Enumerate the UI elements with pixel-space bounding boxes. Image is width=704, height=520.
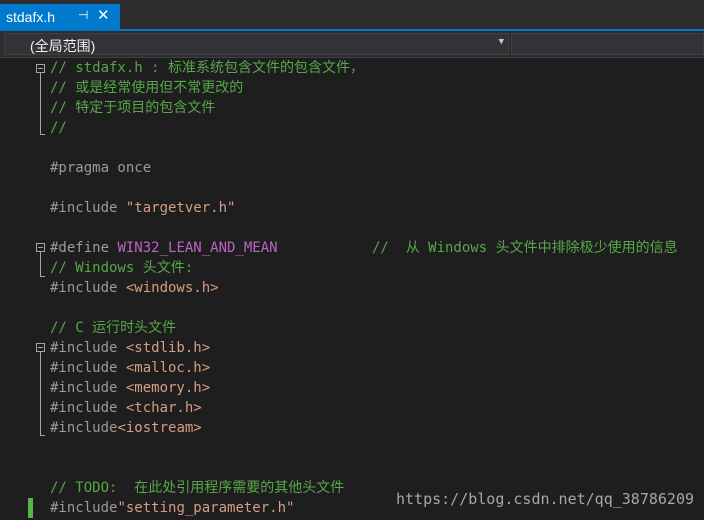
comment: // 特定于项目的包含文件 [50, 100, 216, 116]
include-path: "targetver.h" [125, 200, 236, 216]
code-line[interactable]: #include "targetver.h" [50, 198, 235, 218]
directive: #include [50, 200, 126, 216]
pin-icon[interactable]: ⊣ [78, 8, 88, 22]
code-line[interactable]: // [50, 118, 67, 138]
include-path: <tchar.h> [125, 400, 202, 416]
directive: #include [50, 280, 126, 296]
tab-title: stdafx.h [6, 9, 56, 25]
close-icon[interactable]: ✕ [97, 6, 110, 24]
collapse-icon[interactable] [36, 343, 45, 352]
tab-bar: stdafx.h ⊣ ✕ [0, 0, 704, 31]
collapse-icon[interactable] [36, 64, 45, 73]
code-line[interactable]: #pragma once [50, 158, 151, 178]
code-line-comment[interactable]: // 从 Windows 头文件中排除极少使用的信息 [372, 238, 678, 258]
collapse-icon[interactable] [36, 243, 45, 252]
change-marker [28, 498, 33, 518]
include-path: <malloc.h> [125, 360, 211, 376]
include-path: <iostream> [117, 420, 202, 436]
directive: #include [50, 500, 118, 516]
comment: // 从 Windows 头文件中排除极少使用的信息 [372, 240, 678, 256]
code-line[interactable]: // stdafx.h : 标准系统包含文件的包含文件， [50, 58, 364, 78]
code-line[interactable]: // 特定于项目的包含文件 [50, 98, 215, 118]
scope-text: (全局范围) [30, 38, 96, 54]
code-line[interactable]: #define WIN32_LEAN_AND_MEAN [50, 238, 278, 258]
code-line[interactable]: // Windows 头文件: [50, 258, 193, 278]
code-editor[interactable]: // stdafx.h : 标准系统包含文件的包含文件， // 或是经常使用但不… [0, 58, 704, 520]
code-line[interactable]: #include <windows.h> [50, 278, 219, 298]
outline-guide-end [40, 134, 45, 135]
comment: // Windows 头文件: [50, 260, 194, 276]
outline-guide [40, 73, 41, 134]
macro-name: WIN32_LEAN_AND_MEAN [117, 240, 278, 256]
outline-guide [40, 352, 41, 435]
comment: // [50, 120, 67, 136]
editor-margin [0, 58, 26, 520]
comment: // 或是经常使用但不常更改的 [50, 80, 244, 96]
include-path: <stdlib.h> [125, 340, 211, 356]
outline-guide-end [40, 276, 45, 277]
include-path: "setting_parameter.h" [117, 500, 295, 516]
outline-guide-end [40, 435, 45, 436]
directive: #define [50, 240, 118, 256]
directive: #pragma once [50, 160, 152, 176]
directive: #include [50, 360, 126, 376]
navigation-bar: (全局范围) ▼ [0, 31, 704, 58]
watermark: https://blog.csdn.net/qq_38786209 [395, 490, 694, 508]
code-line[interactable]: // TODO: 在此处引用程序需要的其他头文件 [50, 478, 344, 498]
tab-stdafx-h[interactable]: stdafx.h ⊣ ✕ [0, 4, 120, 31]
code-line[interactable]: #include <memory.h> [50, 378, 210, 398]
code-line[interactable]: // C 运行时头文件 [50, 318, 176, 338]
code-line[interactable]: #include<iostream> [50, 418, 202, 438]
comment: // C 运行时头文件 [50, 320, 177, 336]
chevron-down-icon[interactable]: ▼ [499, 37, 504, 47]
code-line[interactable]: #include <stdlib.h> [50, 338, 210, 358]
directive: #include [50, 420, 118, 436]
comment: // stdafx.h : 标准系统包含文件的包含文件， [50, 60, 365, 76]
directive: #include [50, 380, 126, 396]
scope-dropdown[interactable]: (全局范围) ▼ [4, 33, 509, 55]
outline-guide [40, 252, 41, 276]
code-line[interactable]: #include <tchar.h> [50, 398, 202, 418]
code-line[interactable]: #include <malloc.h> [50, 358, 210, 378]
code-line[interactable]: // 或是经常使用但不常更改的 [50, 78, 243, 98]
member-dropdown[interactable] [511, 33, 704, 55]
include-path: <windows.h> [125, 280, 219, 296]
directive: #include [50, 340, 126, 356]
comment: // TODO: 在此处引用程序需要的其他头文件 [50, 480, 345, 496]
code-line[interactable]: #include"setting_parameter.h" [50, 498, 294, 518]
directive: #include [50, 400, 126, 416]
include-path: <memory.h> [125, 380, 211, 396]
